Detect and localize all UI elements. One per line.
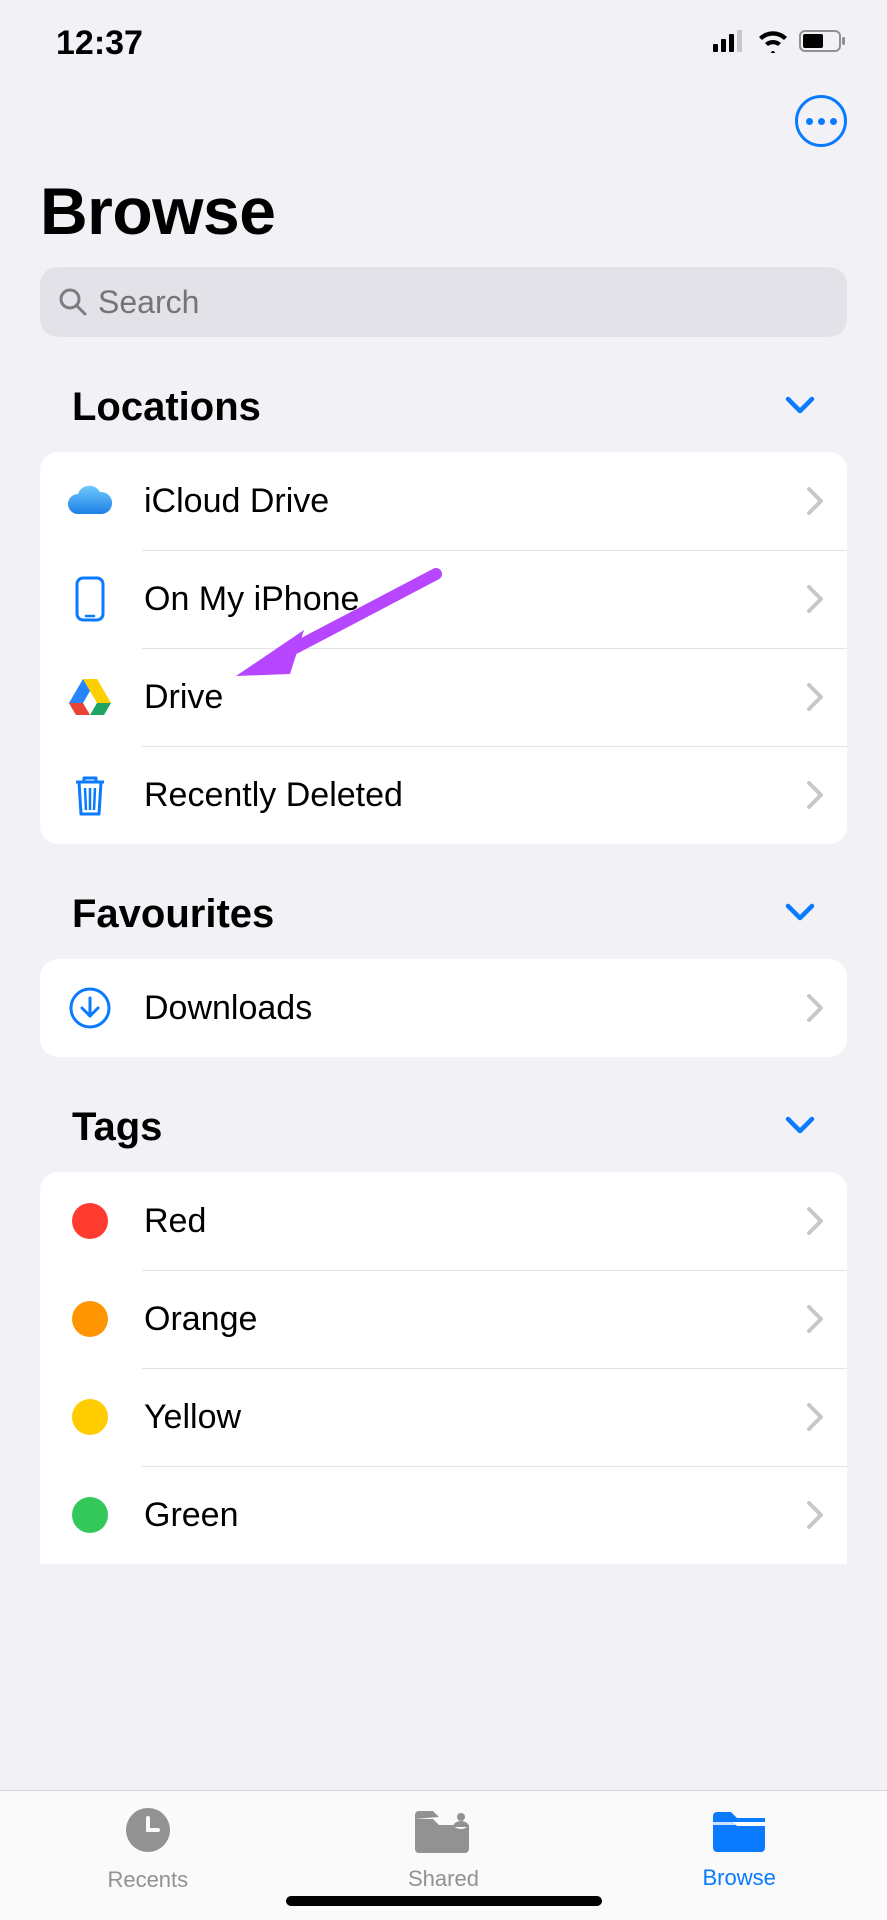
page-title: Browse (0, 153, 887, 267)
chevron-right-icon (807, 1403, 823, 1431)
battery-icon (799, 29, 847, 58)
tag-row-orange[interactable]: Orange (40, 1270, 847, 1368)
google-drive-icon (64, 671, 116, 723)
row-label: On My iPhone (144, 580, 807, 619)
clock-icon (122, 1804, 174, 1861)
tags-header[interactable]: Tags (0, 1105, 887, 1150)
search-input[interactable] (98, 284, 829, 321)
tab-label: Recents (107, 1867, 188, 1893)
chevron-right-icon (807, 683, 823, 711)
row-label: Orange (144, 1300, 807, 1339)
row-label: iCloud Drive (144, 482, 807, 521)
row-label: Green (144, 1496, 807, 1535)
location-row-drive[interactable]: Drive (40, 648, 847, 746)
content-area: 12:37 Browse (0, 0, 887, 1790)
home-indicator[interactable] (286, 1896, 602, 1906)
favourites-list: Downloads (40, 959, 847, 1057)
locations-list: iCloud Drive On My iPhone Drive (40, 452, 847, 844)
iphone-icon (64, 573, 116, 625)
chevron-right-icon (807, 994, 823, 1022)
download-icon (64, 982, 116, 1034)
row-label: Downloads (144, 989, 807, 1028)
main-content: 12:37 Browse (0, 0, 887, 1790)
row-label: Recently Deleted (144, 776, 807, 815)
tag-dot-icon (64, 1391, 116, 1443)
search-bar[interactable] (40, 267, 847, 337)
locations-title: Locations (72, 385, 261, 430)
chevron-right-icon (807, 1207, 823, 1235)
tab-shared[interactable]: Shared (297, 1805, 590, 1892)
trash-icon (64, 769, 116, 821)
chevron-down-icon (785, 395, 815, 420)
chevron-right-icon (807, 585, 823, 613)
tag-row-red[interactable]: Red (40, 1172, 847, 1270)
favourites-title: Favourites (72, 892, 274, 937)
chevron-right-icon (807, 781, 823, 809)
cellular-icon (713, 30, 747, 57)
tab-label: Shared (408, 1866, 479, 1892)
tag-row-yellow[interactable]: Yellow (40, 1368, 847, 1466)
tab-label: Browse (702, 1865, 775, 1891)
folder-icon (709, 1806, 769, 1859)
favourite-row-downloads[interactable]: Downloads (40, 959, 847, 1057)
shared-folder-icon (411, 1805, 475, 1860)
search-icon (58, 287, 88, 317)
chevron-down-icon (785, 902, 815, 927)
chevron-right-icon (807, 487, 823, 515)
toolbar (0, 91, 887, 153)
tag-row-green[interactable]: Green (40, 1466, 847, 1564)
tags-list: Red Orange Yellow Green (40, 1172, 847, 1564)
icloud-icon (64, 475, 116, 527)
tag-dot-icon (64, 1293, 116, 1345)
ellipsis-icon (806, 118, 837, 125)
locations-header[interactable]: Locations (0, 385, 887, 430)
tag-dot-icon (64, 1195, 116, 1247)
favourites-header[interactable]: Favourites (0, 892, 887, 937)
status-bar: 12:37 (0, 0, 887, 73)
tag-dot-icon (64, 1489, 116, 1541)
files-app-screen: 12:37 Browse (0, 0, 887, 1920)
wifi-icon (757, 29, 789, 58)
tab-browse[interactable]: Browse (593, 1806, 886, 1891)
location-row-recently-deleted[interactable]: Recently Deleted (40, 746, 847, 844)
chevron-right-icon (807, 1305, 823, 1333)
chevron-down-icon (785, 1115, 815, 1140)
location-row-icloud[interactable]: iCloud Drive (40, 452, 847, 550)
tab-recents[interactable]: Recents (1, 1804, 294, 1893)
more-options-button[interactable] (795, 95, 847, 147)
chevron-right-icon (807, 1501, 823, 1529)
row-label: Red (144, 1202, 807, 1241)
status-time: 12:37 (56, 24, 143, 63)
status-icons (713, 29, 847, 58)
location-row-iphone[interactable]: On My iPhone (40, 550, 847, 648)
row-label: Drive (144, 678, 807, 717)
row-label: Yellow (144, 1398, 807, 1437)
tags-title: Tags (72, 1105, 162, 1150)
